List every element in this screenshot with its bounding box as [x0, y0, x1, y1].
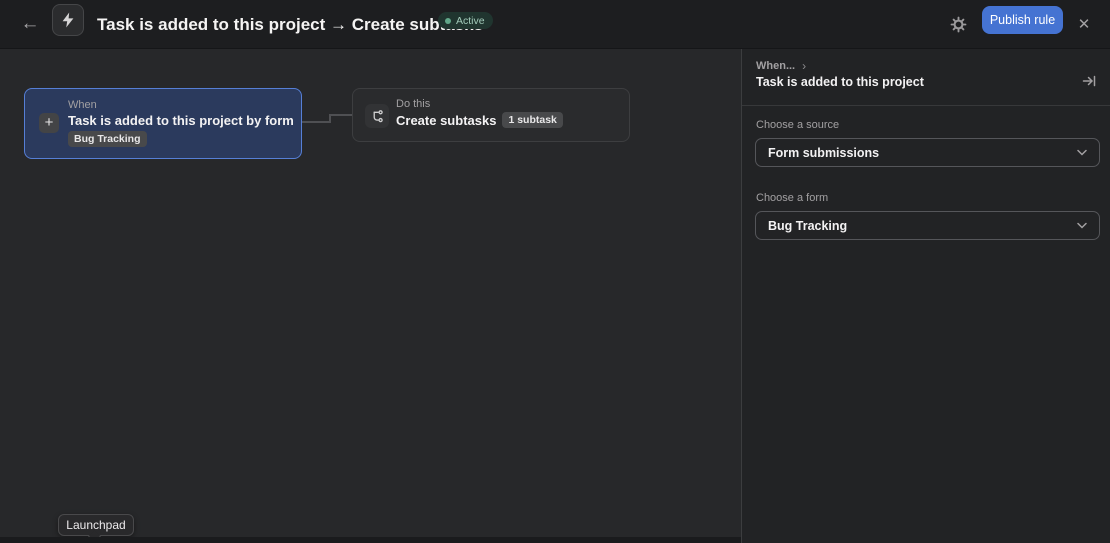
connector-line [329, 115, 331, 123]
source-dropdown-value: Form submissions [768, 146, 879, 160]
connector-line [302, 121, 331, 123]
publish-rule-button[interactable]: Publish rule [982, 6, 1063, 34]
action-kicker: Do this [396, 98, 430, 110]
plus-icon: + [39, 113, 59, 133]
launchpad-tooltip: Launchpad [58, 514, 134, 536]
rule-editor-window: ← Task is added to this project → Create… [0, 0, 1110, 543]
status-label: Active [456, 15, 485, 27]
source-field-label: Choose a source [756, 119, 839, 131]
form-dropdown-value: Bug Tracking [768, 219, 847, 233]
status-badge: Active [438, 12, 493, 29]
page-title: Task is added to this project → Create s… [97, 0, 483, 49]
action-card[interactable]: Do this Create subtasks 1 subtask [352, 88, 630, 142]
rule-config-sidebar: When... › Task is added to this project … [741, 49, 1110, 543]
sidebar-title: Task is added to this project [756, 75, 924, 89]
trigger-title: Task is added to this project by form [68, 113, 294, 128]
breadcrumb-when[interactable]: When... [756, 60, 795, 72]
rule-canvas[interactable]: + When Task is added to this project by … [0, 49, 741, 543]
canvas-bottom-bar [0, 537, 741, 543]
breadcrumb[interactable]: When... › [756, 59, 806, 73]
sidebar-divider [742, 105, 1110, 106]
close-icon: ✕ [1078, 15, 1091, 33]
chevron-down-icon [1077, 149, 1087, 156]
action-title: Create subtasks [396, 113, 496, 128]
subtask-count-chip: 1 subtask [502, 112, 562, 128]
form-dropdown[interactable]: Bug Tracking [755, 211, 1100, 240]
collapse-panel-button[interactable] [1075, 67, 1103, 95]
status-dot-icon [445, 18, 451, 24]
settings-button[interactable] [945, 8, 971, 40]
close-button[interactable]: ✕ [1070, 8, 1098, 40]
rule-bolt-button[interactable] [52, 4, 84, 36]
chevron-down-icon [1077, 222, 1087, 229]
chevron-right-icon: › [802, 59, 806, 73]
arrow-left-icon: ← [21, 13, 40, 35]
connector-line [329, 114, 352, 116]
subtask-icon-box [365, 104, 389, 128]
trigger-kicker: When [68, 99, 97, 111]
gear-icon [950, 16, 967, 33]
subtask-icon [370, 109, 385, 124]
back-button[interactable]: ← [16, 8, 44, 40]
launchpad-tooltip-label: Launchpad [66, 518, 125, 532]
form-field-label: Choose a form [756, 192, 828, 204]
trigger-form-chip: Bug Tracking [68, 131, 147, 147]
source-dropdown[interactable]: Form submissions [755, 138, 1100, 167]
trigger-card[interactable]: + When Task is added to this project by … [24, 88, 302, 159]
lightning-bolt-icon [61, 12, 75, 28]
topbar: ← Task is added to this project → Create… [0, 0, 1110, 49]
collapse-right-icon [1081, 73, 1097, 89]
